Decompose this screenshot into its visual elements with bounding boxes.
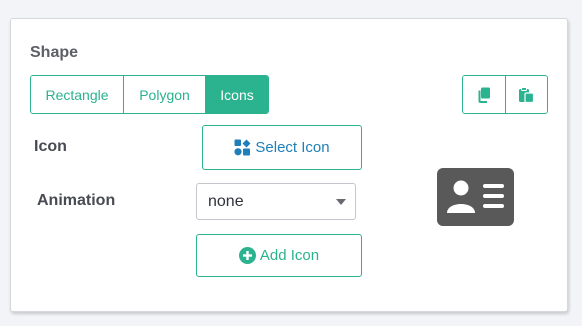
id-card-icon	[437, 168, 514, 231]
copy-button[interactable]	[463, 76, 506, 113]
select-icon-button-label: Select Icon	[255, 139, 330, 156]
animation-label: Animation	[37, 192, 116, 209]
shape-option-rectangle[interactable]: Rectangle	[31, 76, 124, 113]
copy-icon	[477, 87, 491, 103]
plus-circle-icon	[238, 247, 256, 264]
select-icon-button[interactable]: Select Icon	[202, 125, 362, 170]
shape-option-icons[interactable]: Icons	[206, 76, 268, 113]
chevron-down-icon	[336, 199, 346, 205]
animation-select[interactable]: none	[196, 183, 356, 220]
add-icon-button[interactable]: Add Icon	[196, 234, 362, 277]
shape-type-segmented-control: Rectangle Polygon Icons	[30, 75, 269, 114]
section-title-shape: Shape	[30, 44, 79, 61]
icon-preview	[437, 168, 514, 226]
paste-icon	[518, 86, 535, 103]
paste-button[interactable]	[505, 76, 547, 113]
animation-select-value: none	[208, 192, 244, 210]
icon-label: Icon	[34, 138, 67, 155]
add-icon-button-label: Add Icon	[259, 247, 320, 264]
shape-option-polygon[interactable]: Polygon	[124, 76, 206, 113]
icons-icon	[234, 139, 251, 156]
clipboard-toolbar	[462, 75, 548, 114]
